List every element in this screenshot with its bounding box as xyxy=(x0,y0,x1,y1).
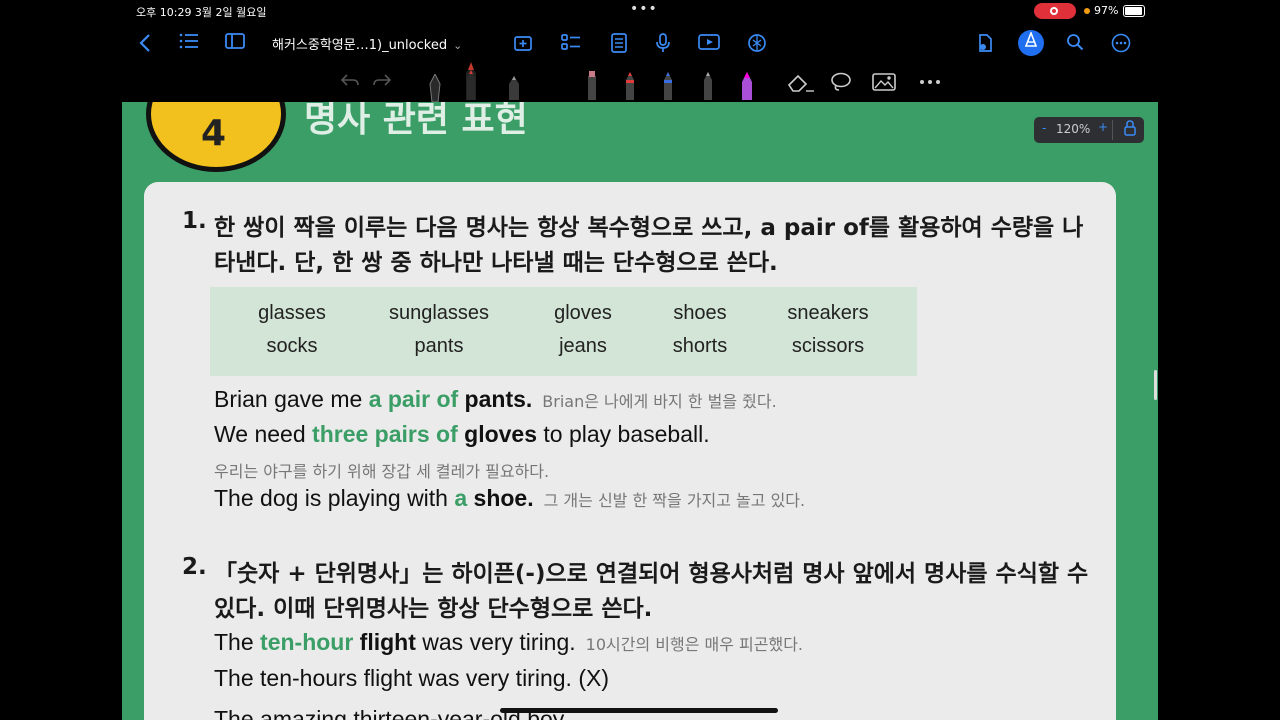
add-page-icon[interactable] xyxy=(512,33,534,53)
red-pen-tool-icon[interactable] xyxy=(624,70,636,100)
bold-text: gloves xyxy=(457,421,538,447)
multitasking-dots[interactable]: ••• xyxy=(630,1,658,17)
text: was very tiring. xyxy=(415,629,576,655)
rule-2-line-2: 있다. 이때 단위명사는 항상 단수형으로 쓴다. xyxy=(214,596,653,622)
section-number-badge: 4 xyxy=(146,102,286,172)
lasso-icon[interactable] xyxy=(830,72,852,97)
text: The xyxy=(214,629,261,655)
lock-icon[interactable] xyxy=(1124,120,1136,139)
rule-2-number: 2. xyxy=(182,554,207,580)
more-options-icon[interactable] xyxy=(1110,33,1132,53)
search-icon[interactable] xyxy=(1064,33,1086,53)
zoom-divider xyxy=(1112,120,1113,140)
back-icon[interactable] xyxy=(134,33,156,53)
blue-pen-tool-icon[interactable] xyxy=(662,70,674,100)
translation: Brian은 나에게 바지 한 벌을 줬다. xyxy=(542,392,777,411)
bold-text: pants. xyxy=(458,386,533,412)
marker-red-tool-icon[interactable] xyxy=(586,70,598,100)
document-title[interactable]: 해커스중학영문…1)_unlocked ⌄ xyxy=(272,34,462,53)
highlight-text: three pairs of xyxy=(312,421,458,447)
drawing-toolbar xyxy=(122,62,1158,104)
translation: 그 개는 신발 한 짝을 가지고 놀고 있다. xyxy=(543,491,806,510)
section-number: 4 xyxy=(201,113,227,154)
word-item: pants xyxy=(414,335,464,357)
text: to play baseball. xyxy=(537,421,710,447)
pen-mode-icon[interactable] xyxy=(1018,30,1044,56)
eraser-icon[interactable] xyxy=(786,72,816,97)
redo-icon[interactable] xyxy=(372,72,392,93)
mic-indicator-dot xyxy=(1084,8,1090,14)
text: Brian gave me xyxy=(214,386,369,412)
video-icon[interactable] xyxy=(698,33,720,53)
status-time: 오후 10:29 3월 2일 월요일 xyxy=(136,6,267,19)
screen-record-indicator[interactable] xyxy=(1034,3,1076,19)
sidebar-icon[interactable] xyxy=(224,33,246,53)
status-bar: 오후 10:29 3월 2일 월요일 ••• 97% xyxy=(122,0,1158,22)
word-item: shorts xyxy=(672,335,728,357)
word-item: glasses xyxy=(258,302,326,324)
image-insert-icon[interactable] xyxy=(872,72,896,97)
highlight-text: a pair of xyxy=(368,386,459,412)
battery-percent: 97% xyxy=(1094,4,1119,17)
notebook-icon[interactable] xyxy=(608,33,630,53)
zoom-control[interactable]: - 120% + xyxy=(1034,117,1144,143)
example-sentence: The ten-hour flight was very tiring. 10시간… xyxy=(214,629,803,656)
word-item: socks xyxy=(266,335,318,357)
highlighter-purple-tool-icon[interactable] xyxy=(740,70,754,100)
example-sentence-incorrect: The ten-hours flight was very tiring. (X… xyxy=(214,665,609,691)
share-document-icon[interactable] xyxy=(974,33,996,53)
home-indicator[interactable] xyxy=(500,708,778,713)
nav-bar: 해커스중학영문…1)_unlocked ⌄ xyxy=(122,24,1158,62)
document-page[interactable]: 4 명사 관련 표현 - 120% + 1. 한 쌍이 짝을 이루는 다음 명사… xyxy=(122,102,1158,720)
section-heading: 명사 관련 표현 xyxy=(304,102,528,140)
outline-list-icon[interactable] xyxy=(178,33,200,53)
microphone-icon[interactable] xyxy=(652,33,674,53)
more-tools-icon[interactable] xyxy=(918,72,942,97)
document-title-text: 해커스중학영문…1)_unlocked xyxy=(272,38,448,53)
undo-icon[interactable] xyxy=(340,72,360,93)
example-sentence: We need three pairs of gloves to play ba… xyxy=(214,421,710,448)
rule-2-line-1: 「숫자 + 단위명사」는 하이픈(-)으로 연결되어 형용사처럼 명사 앞에서 … xyxy=(214,561,1089,587)
word-item: shoes xyxy=(673,302,727,324)
scroll-handle[interactable] xyxy=(1154,370,1157,400)
zoom-level: 120% xyxy=(1056,122,1091,136)
bold-text: shoe. xyxy=(467,485,534,511)
word-item: sunglasses xyxy=(388,302,490,324)
example-sentence: Brian gave me a pair of pants. Brian은 나에게… xyxy=(214,386,777,413)
word-list-box: glasses sunglasses gloves shoes sneakers… xyxy=(210,287,917,376)
ipad-screen: 오후 10:29 3월 2일 월요일 ••• 97% 해커스중학영문…1)_un… xyxy=(122,0,1158,720)
bold-text: flight xyxy=(353,629,416,655)
ai-assistant-icon[interactable] xyxy=(746,33,768,53)
text: We need xyxy=(214,421,313,447)
highlight-text: a xyxy=(454,485,468,511)
battery-icon xyxy=(1123,5,1145,17)
black-pen-tool-icon[interactable] xyxy=(466,62,476,100)
translation: 우리는 야구를 하기 위해 장갑 세 켤레가 필요하다. xyxy=(214,462,550,481)
translation: 10시간의 비행은 매우 피곤했다. xyxy=(585,635,803,654)
checklist-icon[interactable] xyxy=(560,33,582,53)
content-sheet: 1. 한 쌍이 짝을 이루는 다음 명사는 항상 복수형으로 쓰고, a pai… xyxy=(144,182,1116,720)
word-item: sneakers xyxy=(787,302,869,324)
highlight-text: ten-hour xyxy=(260,629,354,655)
gray-pencil-tool-icon[interactable] xyxy=(702,70,714,100)
rule-1-number: 1. xyxy=(182,208,207,234)
zoom-out-button[interactable]: - xyxy=(1042,121,1046,135)
zoom-in-button[interactable]: + xyxy=(1098,120,1108,134)
example-sentence: The dog is playing with a shoe. 그 개는 신발 한… xyxy=(214,485,805,512)
rule-1-line-1: 한 쌍이 짝을 이루는 다음 명사는 항상 복수형으로 쓰고, a pair o… xyxy=(214,215,1084,241)
fountain-pen-tool-icon[interactable] xyxy=(428,72,442,104)
pencil-tool-icon[interactable] xyxy=(508,70,520,100)
chevron-down-icon: ⌄ xyxy=(453,39,463,52)
text: The dog is playing with xyxy=(214,485,455,511)
word-item: scissors xyxy=(791,335,865,357)
rule-1-line-2: 타낸다. 단, 한 쌍 중 하나만 나타낼 때는 단수형으로 쓴다. xyxy=(214,250,778,276)
